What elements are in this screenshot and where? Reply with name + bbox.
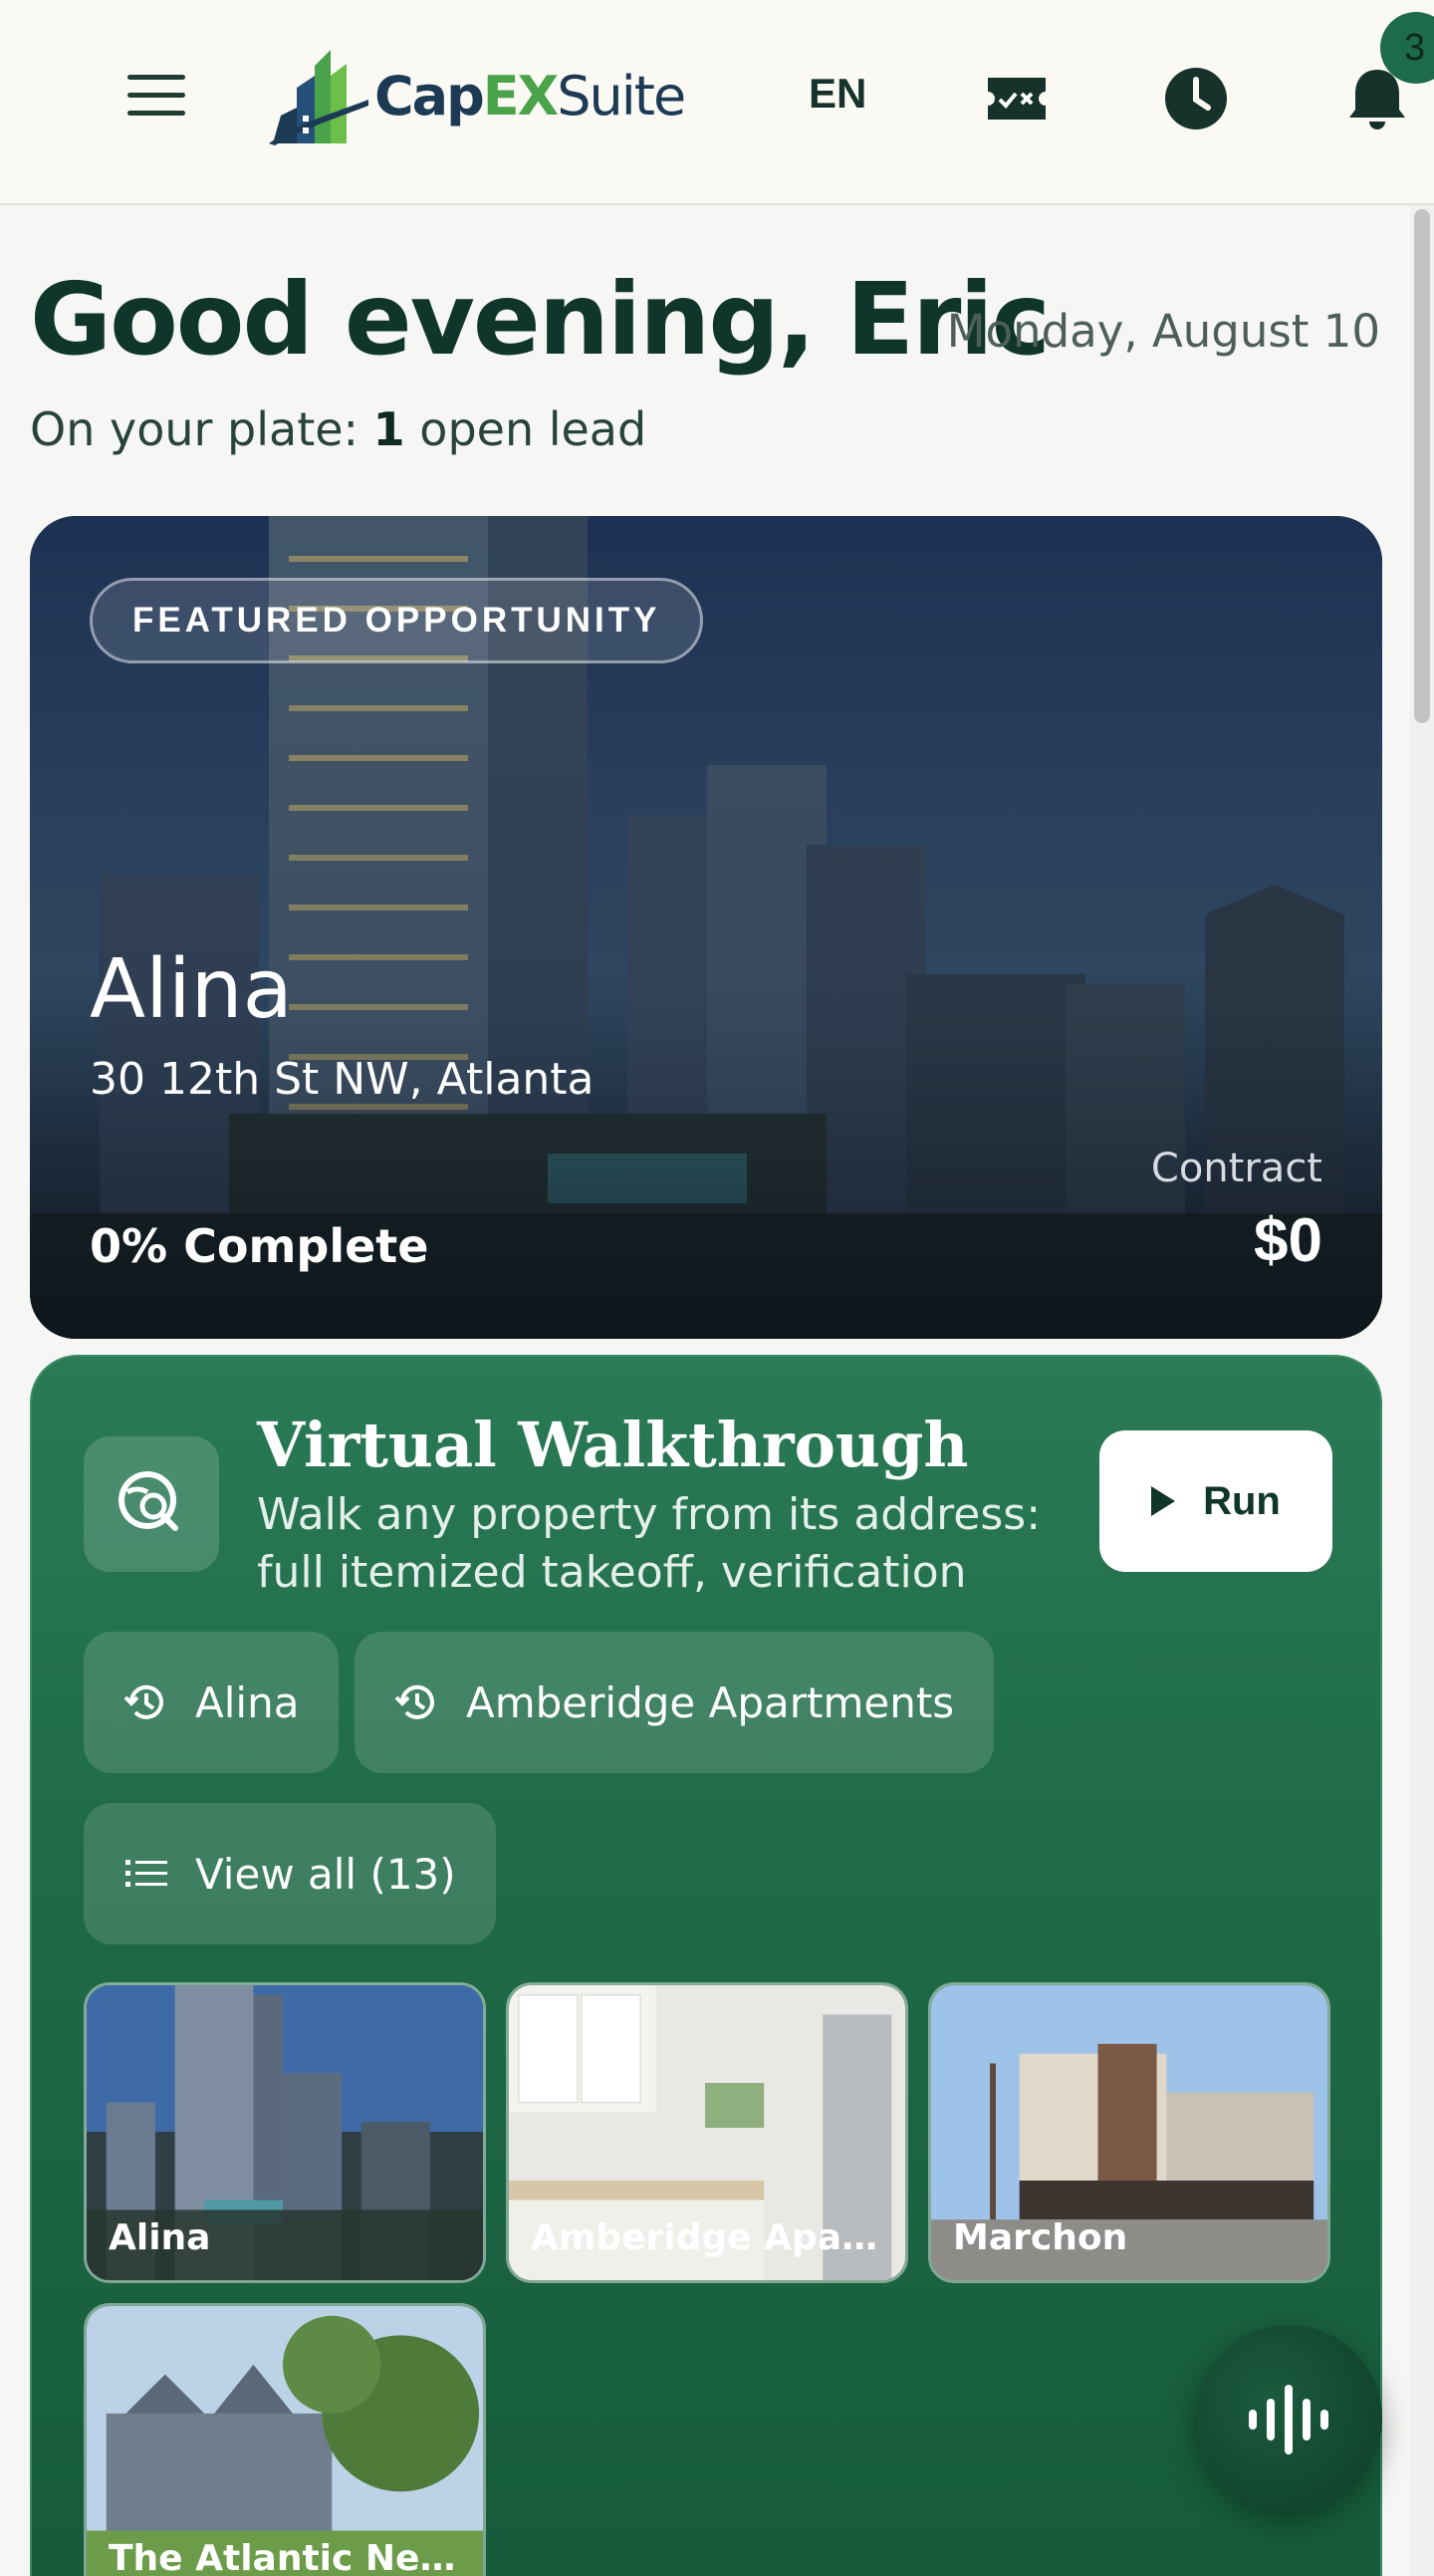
virtual-walkthrough-card: Virtual Walkthrough Walk any property fr…	[30, 1355, 1382, 2576]
run-button[interactable]: Run	[1099, 1430, 1332, 1572]
history-icon	[123, 1684, 163, 1719]
property-thumb-marchon[interactable]: Marchon	[928, 1982, 1330, 2283]
walkthrough-description: Walk any property from its address: full…	[257, 1489, 1042, 1598]
view-all-button[interactable]: View all (13)	[84, 1803, 496, 1944]
menu-icon[interactable]	[127, 75, 185, 117]
property-thumb-alina[interactable]: Alina	[84, 1982, 486, 2283]
thumb-label: Amberidge Apartm…	[531, 2217, 883, 2258]
thumb-label: Marchon	[953, 2217, 1128, 2258]
language-selector[interactable]: EN	[809, 70, 866, 118]
property-thumb-atlantic-newton[interactable]: The Atlantic Newto…	[84, 2303, 486, 2576]
recent-walkthrough-amberidge[interactable]: Amberidge Apartments	[355, 1632, 995, 1773]
list-icon	[125, 1860, 167, 1887]
walkthrough-icon-box	[84, 1436, 219, 1572]
property-name: Alina	[90, 942, 293, 1037]
logo-text: CapEXSuite	[374, 64, 686, 128]
ticket-check-icon[interactable]	[984, 66, 1050, 131]
featured-opportunity-card[interactable]: FEATURED OPPORTUNITY Alina 30 12th St NW…	[30, 516, 1382, 1339]
open-lead-count: 1	[372, 402, 405, 456]
audio-wave-icon	[1249, 2385, 1328, 2454]
clock-icon[interactable]	[1163, 66, 1229, 131]
run-button-label: Run	[1203, 1478, 1281, 1523]
recent-walkthrough-alina[interactable]: Alina	[84, 1632, 340, 1773]
thumb-label: The Atlantic Newto…	[109, 2538, 461, 2576]
top-bar: CapEXSuite EN 3	[0, 0, 1434, 205]
logo-buildings-icon	[269, 50, 368, 145]
scrollbar-thumb[interactable]	[1414, 209, 1430, 723]
plate-summary: On your plate: 1 open lead	[30, 402, 647, 456]
walkthrough-title: Virtual Walkthrough	[257, 1409, 969, 1481]
contract-label: Contract	[1150, 1146, 1322, 1191]
property-address: 30 12th St NW, Atlanta	[90, 1054, 595, 1105]
contract-value: $0	[1254, 1206, 1322, 1275]
chip-label: Amberidge Apartments	[466, 1677, 955, 1727]
property-thumb-amberidge[interactable]: Amberidge Apartm…	[506, 1982, 908, 2283]
current-date: Monday, August 10	[946, 305, 1380, 358]
location-search-icon	[119, 1471, 178, 1531]
view-all-label: View all (13)	[195, 1849, 456, 1899]
featured-badge: FEATURED OPPORTUNITY	[90, 578, 704, 663]
thumb-label: Alina	[109, 2217, 211, 2258]
app-logo[interactable]: CapEXSuite	[267, 46, 686, 145]
play-icon	[1151, 1486, 1176, 1516]
history-icon	[394, 1684, 434, 1719]
completion-status: 0% Complete	[90, 1219, 429, 1273]
voice-assistant-button[interactable]	[1195, 2325, 1382, 2512]
chip-label: Alina	[195, 1677, 300, 1727]
atlantic-newton-image	[87, 2306, 483, 2576]
greeting-title: Good evening, Eric	[30, 261, 1051, 378]
